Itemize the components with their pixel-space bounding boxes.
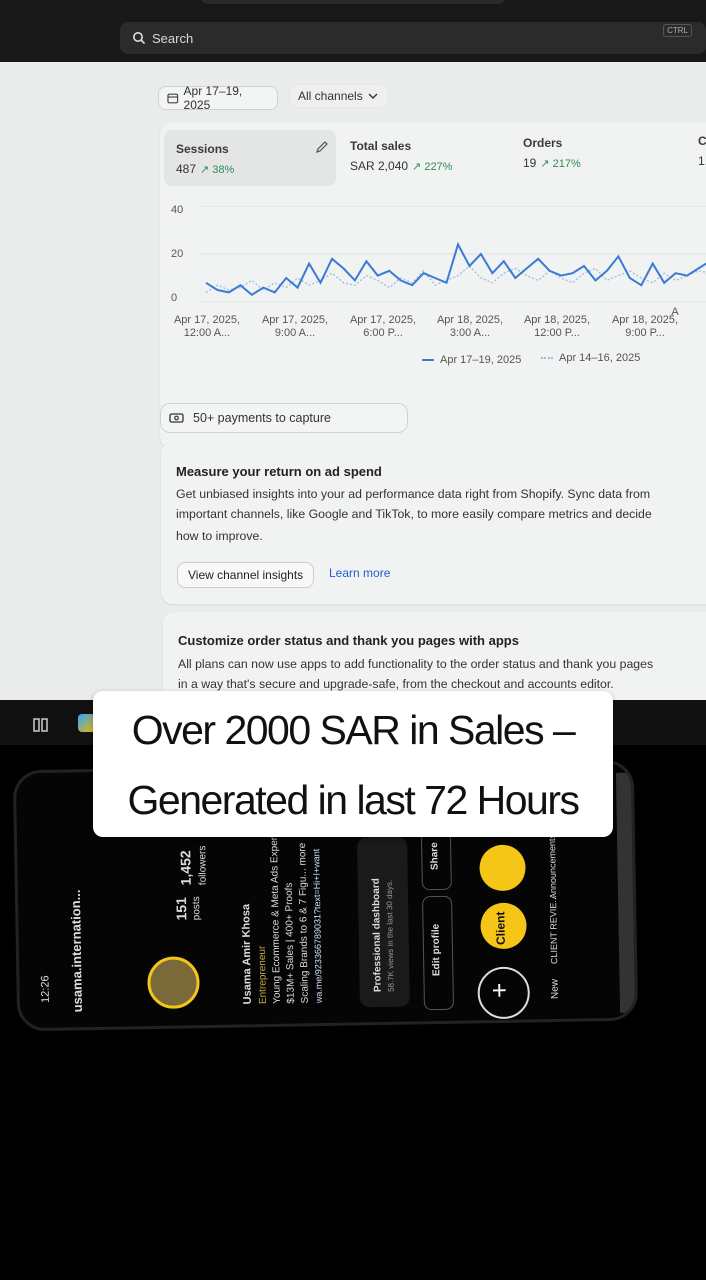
x-tick-label: Apr 18, 2025, 3:00 A... — [436, 314, 504, 339]
metric-change: ↗ 38% — [200, 164, 235, 176]
highlight-story[interactable] — [479, 844, 526, 892]
caption-line2: Generated in last 72 Hours — [127, 777, 581, 823]
task-view-icon[interactable] — [32, 716, 50, 734]
bio-link[interactable]: wa.me/923366789031?text=Hi+I+want — [311, 849, 324, 1004]
search-icon — [133, 32, 146, 45]
new-label: New — [549, 978, 561, 1000]
followers-label: followers — [197, 845, 209, 886]
ad-card-body-line3: how to improve. — [176, 529, 263, 543]
x-tick-label: Apr 18, 2025, 12:00 P... — [523, 314, 591, 339]
payments-banner[interactable]: 50+ payments to capture — [160, 403, 408, 433]
search-input[interactable]: Search CTRL — [120, 22, 706, 54]
series-line-current — [205, 241, 706, 297]
date-range-label: Apr 17–19, 2025 — [183, 84, 243, 112]
payments-label: 50+ payments to capture — [193, 411, 331, 425]
y-tick-0: 0 — [171, 292, 178, 304]
bio-line3: Scaling Brands to 6 & 7 Figu... more — [297, 842, 311, 1004]
legend-current-label: Apr 17–19, 2025 — [440, 354, 522, 366]
x-tick-label: Apr 17, 2025, 12:00 A... — [173, 314, 241, 339]
x-tick-label: Apr 17, 2025, 9:00 A... — [261, 314, 329, 339]
metric-orders[interactable]: Orders 19 ↗ 217% — [523, 136, 581, 170]
metric-change: ↗ 227% — [412, 161, 453, 173]
client-reviews-label: CLIENT REVIE... — [548, 895, 560, 965]
analytics-card: Sessions 487 ↗ 38% Total sales SAR 2,040 ↗… — [160, 122, 706, 448]
main-content: Apr 17–19, 2025 All channels Sessions 48… — [0, 62, 706, 745]
video-caption: Over 2000 SAR in Sales – Generated in la… — [93, 691, 613, 837]
x-tick-label: A — [671, 306, 679, 318]
posts-label: posts — [190, 896, 203, 921]
legend-previous-label: Apr 14–16, 2025 — [559, 352, 641, 364]
y-tick-20: 20 — [171, 248, 184, 260]
metric-change: ↗ 217% — [540, 158, 581, 170]
ad-card-body-line1: Get unbiased insights into your ad perfo… — [176, 487, 651, 501]
profile-username: usama.internation... — [67, 889, 86, 1013]
cash-icon — [169, 413, 184, 423]
bio-line1: Young Ecommerce & Meta Ads Expert — [268, 834, 283, 1004]
ctrl-key-hint: CTRL — [663, 24, 692, 37]
legend-current[interactable]: Apr 17–19, 2025 — [422, 354, 521, 366]
order-card-title: Customize order status and thank you pag… — [178, 633, 519, 648]
share-label: Share — [429, 842, 441, 871]
avatar[interactable] — [147, 956, 200, 1010]
search-placeholder: Search — [152, 30, 194, 46]
calendar-icon — [167, 93, 179, 104]
metric-value: 1. — [698, 154, 706, 168]
bio-line2: $13M+ Sales | 400+ Proofs — [283, 882, 297, 1004]
legend-line-solid — [422, 359, 434, 362]
phone-status-time: 12:26 — [39, 975, 52, 1004]
metric-conversion[interactable]: C 1. — [698, 134, 706, 168]
posts-count: 151 — [173, 897, 190, 921]
profile-role: Entrepreneur — [256, 945, 269, 1005]
announcements-label: Announcements — [546, 833, 559, 900]
sessions-line-chart — [200, 206, 706, 302]
legend-line-dotted — [541, 357, 553, 360]
date-range-picker[interactable]: Apr 17–19, 2025 — [158, 84, 278, 112]
metric-label: Sessions — [176, 142, 229, 156]
camera-notch — [200, 0, 506, 4]
chevron-down-icon — [368, 93, 378, 99]
legend-previous[interactable]: Apr 14–16, 2025 — [541, 352, 640, 364]
metric-label: Total sales — [350, 139, 412, 153]
x-tick-label: Apr 17, 2025, 6:00 P... — [349, 314, 417, 339]
metric-total-sales[interactable]: Total sales SAR 2,040 ↗ 227% — [350, 139, 452, 173]
plus-icon: + — [491, 974, 508, 1006]
metric-sessions[interactable]: Sessions 487 ↗ 38% — [176, 142, 234, 176]
highlight-client-text: Client — [493, 911, 508, 946]
ad-spend-card: Measure your return on ad spend Get unbi… — [161, 442, 706, 604]
channels-label: All channels — [298, 89, 363, 103]
metric-value: 487 — [176, 162, 197, 176]
profile-name: Usama Amir Khosa — [240, 903, 254, 1005]
post-thumbnails[interactable] — [615, 771, 639, 1013]
ad-card-body-line2: important channels, like Google and TikT… — [176, 507, 652, 521]
ad-card-title: Measure your return on ad spend — [176, 464, 382, 479]
followers-count: 1,452 — [177, 850, 194, 886]
order-card-body-line1: All plans can now use apps to add functi… — [178, 657, 654, 671]
metric-value: 19 — [523, 156, 537, 170]
top-bar: Search CTRL — [0, 0, 706, 62]
laptop-screen: Search CTRL Apr 17–19, 2025 All channels… — [0, 0, 706, 745]
caption-line1: Over 2000 SAR in Sales – — [131, 707, 576, 753]
edit-profile-label: Edit profile — [430, 923, 443, 977]
channels-dropdown[interactable]: All channels — [289, 84, 389, 108]
view-channel-insights-button[interactable]: View channel insights — [177, 562, 315, 588]
metric-value: SAR 2,040 — [350, 159, 409, 173]
metric-label: C — [698, 134, 706, 148]
y-tick-40: 40 — [171, 204, 184, 216]
metric-label: Orders — [523, 136, 563, 150]
dashboard-title: Professional dashboard — [370, 878, 384, 993]
learn-more-link[interactable]: Learn more — [329, 566, 390, 580]
edit-pencil-icon[interactable] — [315, 140, 329, 154]
